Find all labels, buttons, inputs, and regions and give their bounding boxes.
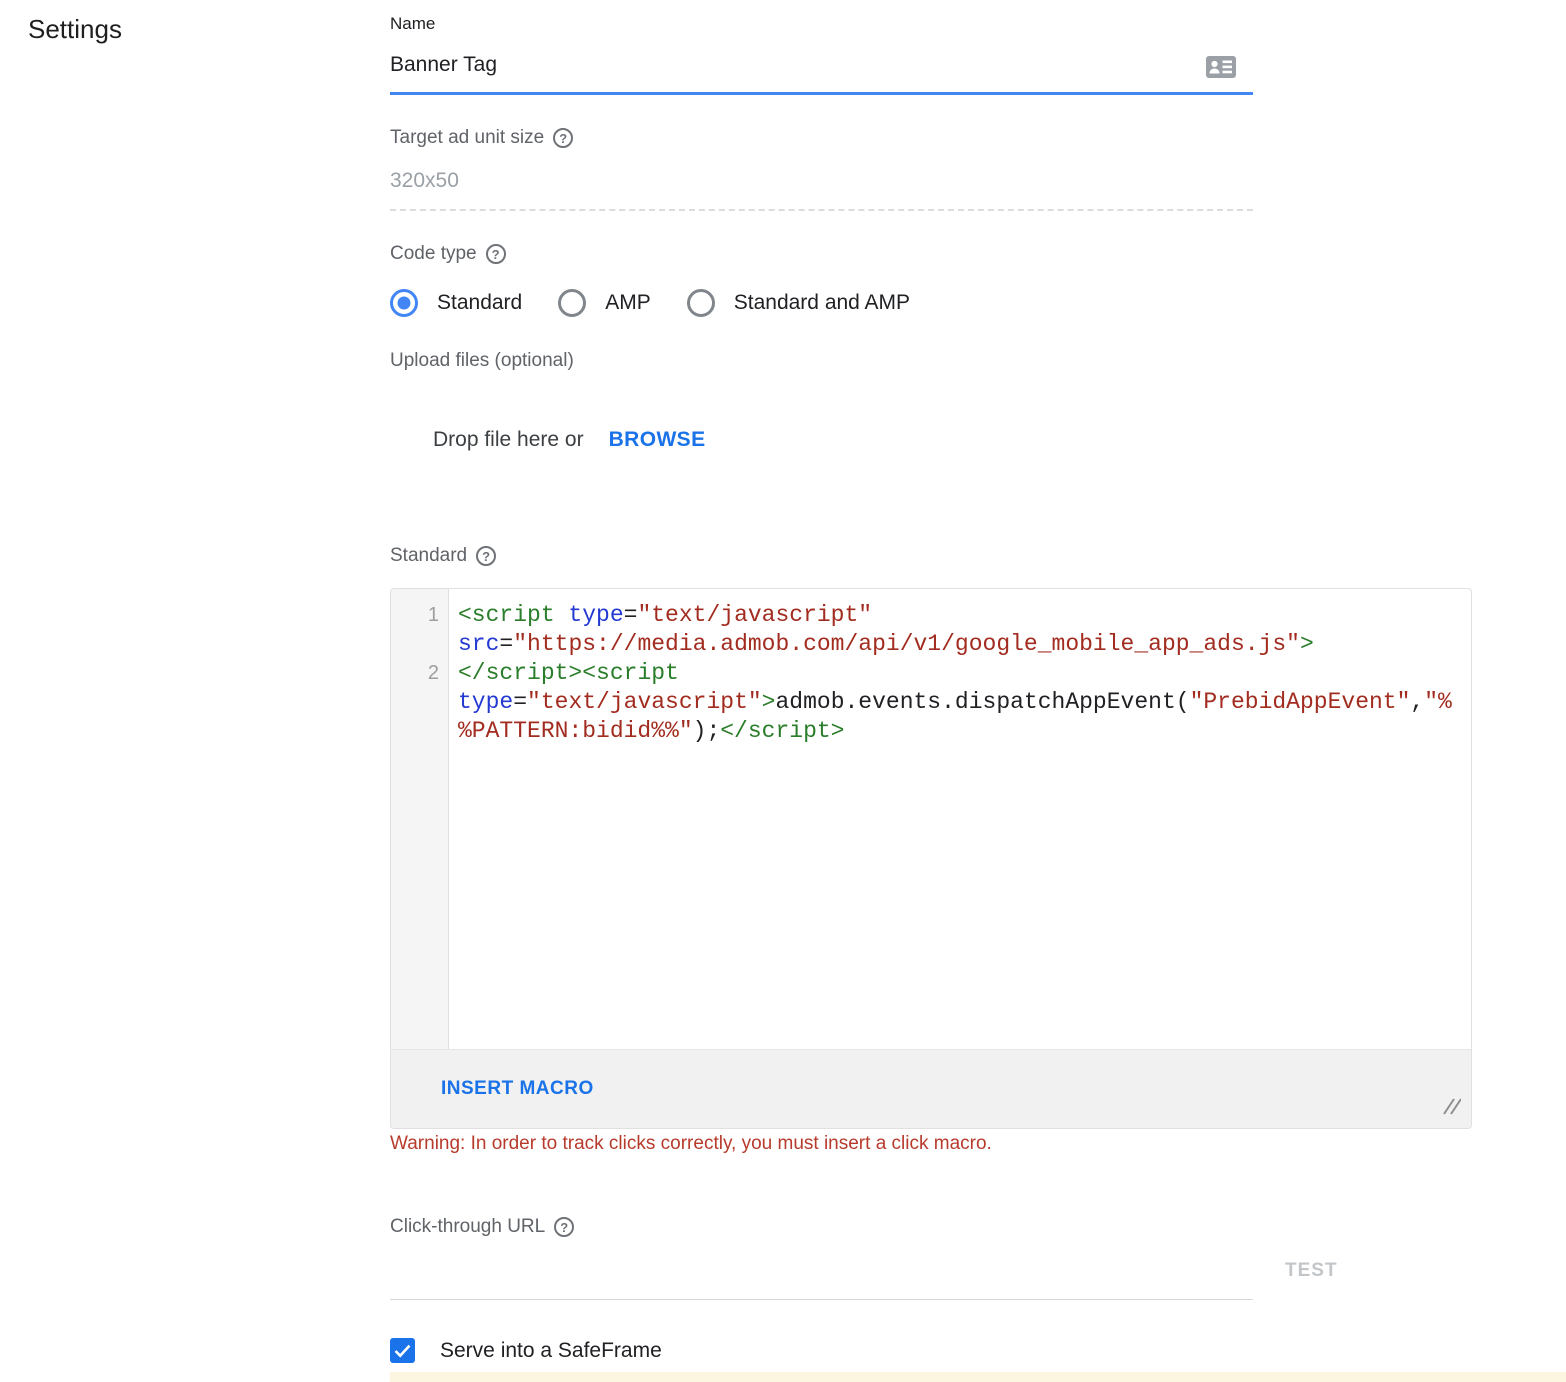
safeframe-checkbox[interactable] bbox=[390, 1338, 415, 1363]
code-editor-footer: INSERT MACRO bbox=[390, 1049, 1472, 1129]
notice-bar bbox=[390, 1372, 1566, 1382]
radio-icon bbox=[687, 289, 715, 317]
target-ad-unit-size-label: Target ad unit size ? bbox=[390, 127, 573, 149]
drop-file-text: Drop file here or bbox=[433, 428, 584, 452]
code-textarea[interactable]: 12 <script type="text/javascript"src="ht… bbox=[390, 588, 1472, 1049]
safeframe-label: Serve into a SafeFrame bbox=[440, 1339, 662, 1363]
click-through-url-underline bbox=[390, 1299, 1253, 1300]
code-type-label: Code type ? bbox=[390, 243, 506, 265]
creative-settings-page: Settings Name Banner Tag Target ad unit … bbox=[0, 0, 1566, 1382]
code-content[interactable]: <script type="text/javascript"src="https… bbox=[449, 589, 1471, 1049]
help-icon[interactable]: ? bbox=[553, 128, 573, 148]
help-icon[interactable]: ? bbox=[486, 244, 506, 264]
code-editor: 12 <script type="text/javascript"src="ht… bbox=[390, 588, 1472, 1129]
name-label: Name bbox=[390, 14, 435, 34]
radio-icon bbox=[558, 289, 586, 317]
contact-card-icon[interactable] bbox=[1206, 56, 1236, 78]
help-icon[interactable]: ? bbox=[554, 1217, 574, 1237]
help-icon[interactable]: ? bbox=[476, 546, 496, 566]
radio-option-standard-and-amp[interactable]: Standard and AMP bbox=[687, 289, 910, 317]
click-macro-warning: Warning: In order to track clicks correc… bbox=[390, 1133, 992, 1155]
radio-option-amp[interactable]: AMP bbox=[558, 289, 651, 317]
test-button[interactable]: TEST bbox=[1285, 1260, 1338, 1282]
radio-option-standard[interactable]: Standard bbox=[390, 289, 522, 317]
safeframe-row: Serve into a SafeFrame bbox=[390, 1338, 662, 1363]
radio-icon bbox=[390, 289, 418, 317]
line-number-gutter: 12 bbox=[391, 589, 449, 1049]
file-drop-zone[interactable]: Drop file here or BROWSE bbox=[390, 424, 1253, 456]
resize-handle-icon[interactable] bbox=[1441, 1097, 1461, 1120]
name-input-focus-underline bbox=[390, 92, 1253, 95]
browse-button[interactable]: BROWSE bbox=[609, 428, 706, 452]
standard-code-label: Standard ? bbox=[390, 545, 496, 567]
page-title: Settings bbox=[28, 14, 122, 45]
code-type-radio-group: Standard AMP Standard and AMP bbox=[390, 289, 946, 317]
target-ad-unit-size-value[interactable]: 320x50 bbox=[390, 169, 459, 193]
name-input[interactable]: Banner Tag bbox=[390, 53, 497, 77]
click-through-url-input[interactable] bbox=[390, 1250, 1253, 1298]
click-through-url-label: Click-through URL ? bbox=[390, 1216, 574, 1238]
upload-files-label: Upload files (optional) bbox=[390, 350, 574, 372]
target-ad-unit-size-underline bbox=[390, 209, 1253, 211]
insert-macro-button[interactable]: INSERT MACRO bbox=[441, 1078, 594, 1100]
